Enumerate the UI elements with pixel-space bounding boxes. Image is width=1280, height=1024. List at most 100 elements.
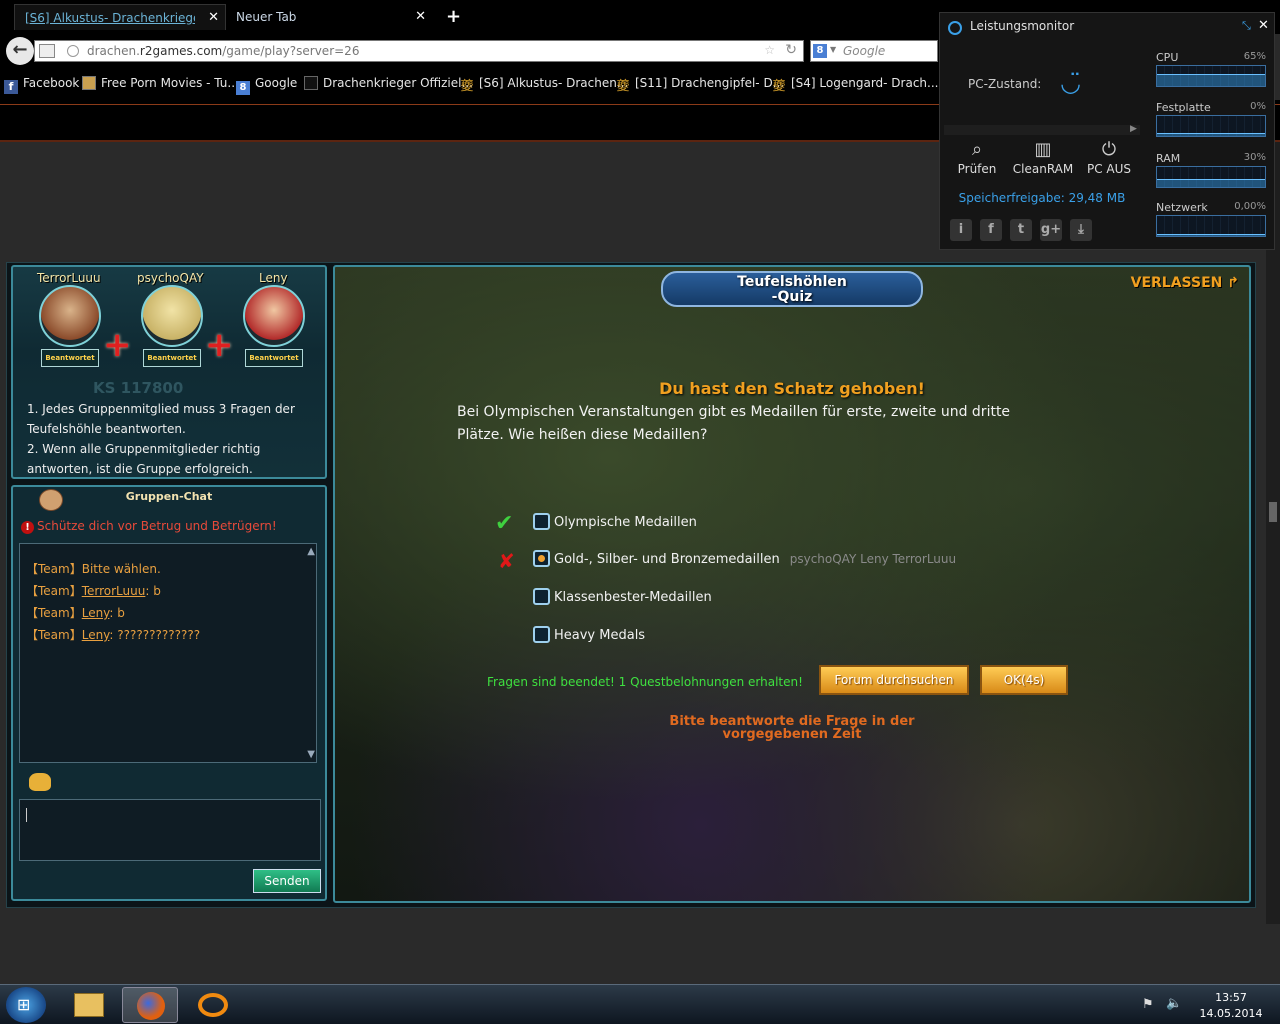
clock-date: 14.05.2014 [1199,1007,1263,1020]
firefox-taskbar-button[interactable] [122,987,178,1023]
avatar[interactable] [243,285,305,347]
answer-checkbox[interactable] [533,588,550,605]
scrollbar-thumb[interactable] [1269,502,1277,522]
cleanram-button[interactable]: ▥ CleanRAM [1010,139,1076,176]
tab-game[interactable]: [S6] Alkustus- Drachenkrieger v... ✕ [14,4,226,30]
warning-text: ! Schütze dich vor Betrug und Betrügern! [21,519,277,534]
dragon-icon: 夔 [616,79,630,94]
pin-icon[interactable]: ⤡ [1242,19,1251,33]
google-icon[interactable]: 8 [813,44,827,58]
bookmark-free-porn-movies[interactable]: Free Porn Movies - Tu... [82,76,239,94]
bookmark-s6[interactable]: 夔 [S6] Alkustus- Drachen... [460,76,628,94]
emoji-icon[interactable] [29,773,51,791]
page-scrollbar[interactable]: ▼ [1266,142,1280,924]
answer-option-1[interactable]: Olympische Medaillen [533,513,697,533]
answer-checkbox[interactable] [533,626,550,643]
question-text: Bei Olympischen Veranstaltungen gibt es … [457,404,1011,443]
answer-option-2[interactable]: Gold-, Silber- und Bronzemedaillen psycho… [533,550,956,570]
bookmark-s4[interactable]: 夔 [S4] Logengard- Drach... [772,76,938,94]
finished-text: Fragen sind beendet! 1 Questbelohnungen … [487,675,803,689]
pc-off-button[interactable]: ⏻ PC AUS [1076,139,1142,176]
result-banner: Du hast den Schatz gehoben! [659,379,925,398]
leave-button[interactable]: VERLASSEN ↱ [1131,275,1239,291]
chat-log[interactable]: 【Team】Bitte wählen. 【Team】TerrorLuuu: b … [19,543,317,763]
chat-input[interactable] [19,799,321,861]
game-area: TerrorLuuu psychoQAY Leny + + Beantworte… [6,262,1256,908]
status-badge: Beantwortet [143,349,201,367]
time-hint: Bitte beantworte die Frage in der vorgeg… [669,714,915,742]
volume-icon[interactable]: 🔈 [1166,996,1182,1011]
chat-message: 【Team】TerrorLuuu: b [26,584,161,598]
google-plus-icon[interactable]: g+ [1040,219,1062,241]
search-box[interactable]: 8 ▼ Google [810,40,938,62]
chat-user-link[interactable]: TerrorLuuu [82,584,146,598]
star-icon[interactable]: ☆ [764,43,775,57]
status-badge: Beantwortet [245,349,303,367]
explorer-taskbar-button[interactable] [62,987,118,1023]
text-caret [26,808,27,822]
status-badge: Beantwortet [41,349,99,367]
exit-arrow-icon: ↱ [1227,275,1239,291]
back-button[interactable]: ← [6,37,34,65]
voters-text: psychoQAY Leny TerrorLuuu [789,552,957,566]
avatar[interactable] [141,285,203,347]
page-icon [39,44,55,58]
answer-option-4[interactable]: Heavy Medals [533,626,645,646]
close-icon[interactable]: ✕ [1258,18,1269,33]
globe-icon [67,45,79,57]
memory-freed-text: Speicherfreigabe: 29,48 MB [958,191,1126,205]
taskbar: ⊞ ⚑ 🔈 13:57 14.05.2014 [0,984,1280,1024]
bookmarks-bar: f Facebook Free Porn Movies - Tu... 8 Goog… [0,68,940,100]
chat-panel: Gruppen-Chat ! Schütze dich vor Betrug un… [11,485,327,901]
ok-button[interactable]: OK(4s) [980,665,1068,695]
start-button[interactable]: ⊞ [6,987,46,1023]
smiley-icon: ◡̈ [1060,69,1081,97]
close-tab-icon[interactable]: ✕ [415,9,426,24]
address-bar[interactable]: drachen.r2games.com/game/play?server=26 … [34,40,804,62]
quiz-title: Teufelshöhlen -Quiz [661,271,923,307]
scroll-down-icon[interactable]: ▼ [307,749,315,760]
plus-icon: + [103,325,132,365]
chevron-down-icon[interactable]: ▼ [830,45,836,54]
bookmark-drachenkrieger[interactable]: Drachenkrieger Offiziel... [304,76,473,94]
twitter-icon[interactable]: t [1010,219,1032,241]
info-icon[interactable]: i [950,219,972,241]
chat-message: 【Team】Leny: ????????????? [26,628,201,642]
tab-new[interactable]: Neuer Tab ✕ [226,4,432,30]
monitor-logo-icon [948,21,962,35]
app-icon [198,993,228,1017]
performance-monitor: Leistungsmonitor ⤡ ✕ PC-Zustand: ◡̈ ▶ ⌕ P… [939,12,1275,250]
new-tab-button[interactable]: + [446,6,461,27]
bookmark-facebook[interactable]: f Facebook [4,76,79,94]
warning-icon: ! [21,521,34,534]
answer-checkbox[interactable] [533,513,550,530]
action-center-icon[interactable]: ⚑ [1142,997,1154,1012]
app-taskbar-button[interactable] [184,987,240,1023]
avatar[interactable] [39,285,101,347]
reload-icon[interactable]: ↻ [785,42,797,58]
chat-user-link[interactable]: Leny [82,606,110,620]
page-icon [304,76,318,90]
screen: [S6] Alkustus- Drachenkrieger v... ✕ Neu… [0,0,1280,1024]
send-button[interactable]: Senden [253,869,321,893]
scroll-up-icon[interactable]: ▲ [307,546,315,557]
check-button[interactable]: ⌕ Prüfen [944,139,1010,176]
ram-icon: ▥ [1034,139,1052,160]
answer-checkbox[interactable] [533,550,550,567]
facebook-icon[interactable]: f [980,219,1002,241]
pc-state-label: PC-Zustand: [968,77,1042,91]
dragon-icon: 夔 [460,79,474,94]
bookmark-google[interactable]: 8 Google [236,76,297,95]
forum-button[interactable]: Forum durchsuchen [819,665,969,695]
clock[interactable]: 13:57 14.05.2014 [1196,990,1266,1022]
tab-label: [S6] Alkustus- Drachenkrieger v... [25,11,195,25]
chat-user-link[interactable]: Leny [82,628,110,642]
answer-option-3[interactable]: Klassenbester-Medaillen [533,588,712,608]
rule-item: 1. Jedes Gruppenmitglied muss 3 Fragen d… [27,402,295,436]
close-tab-icon[interactable]: ✕ [208,10,219,25]
chat-message: 【Team】Leny: b [26,606,125,620]
bookmark-s11[interactable]: 夔 [S11] Drachengipfel- D... [616,76,784,94]
arrow-right-icon[interactable]: ▶ [1130,124,1137,134]
search-placeholder: Google [843,44,886,58]
download-icon[interactable]: ⤓ [1070,219,1092,241]
